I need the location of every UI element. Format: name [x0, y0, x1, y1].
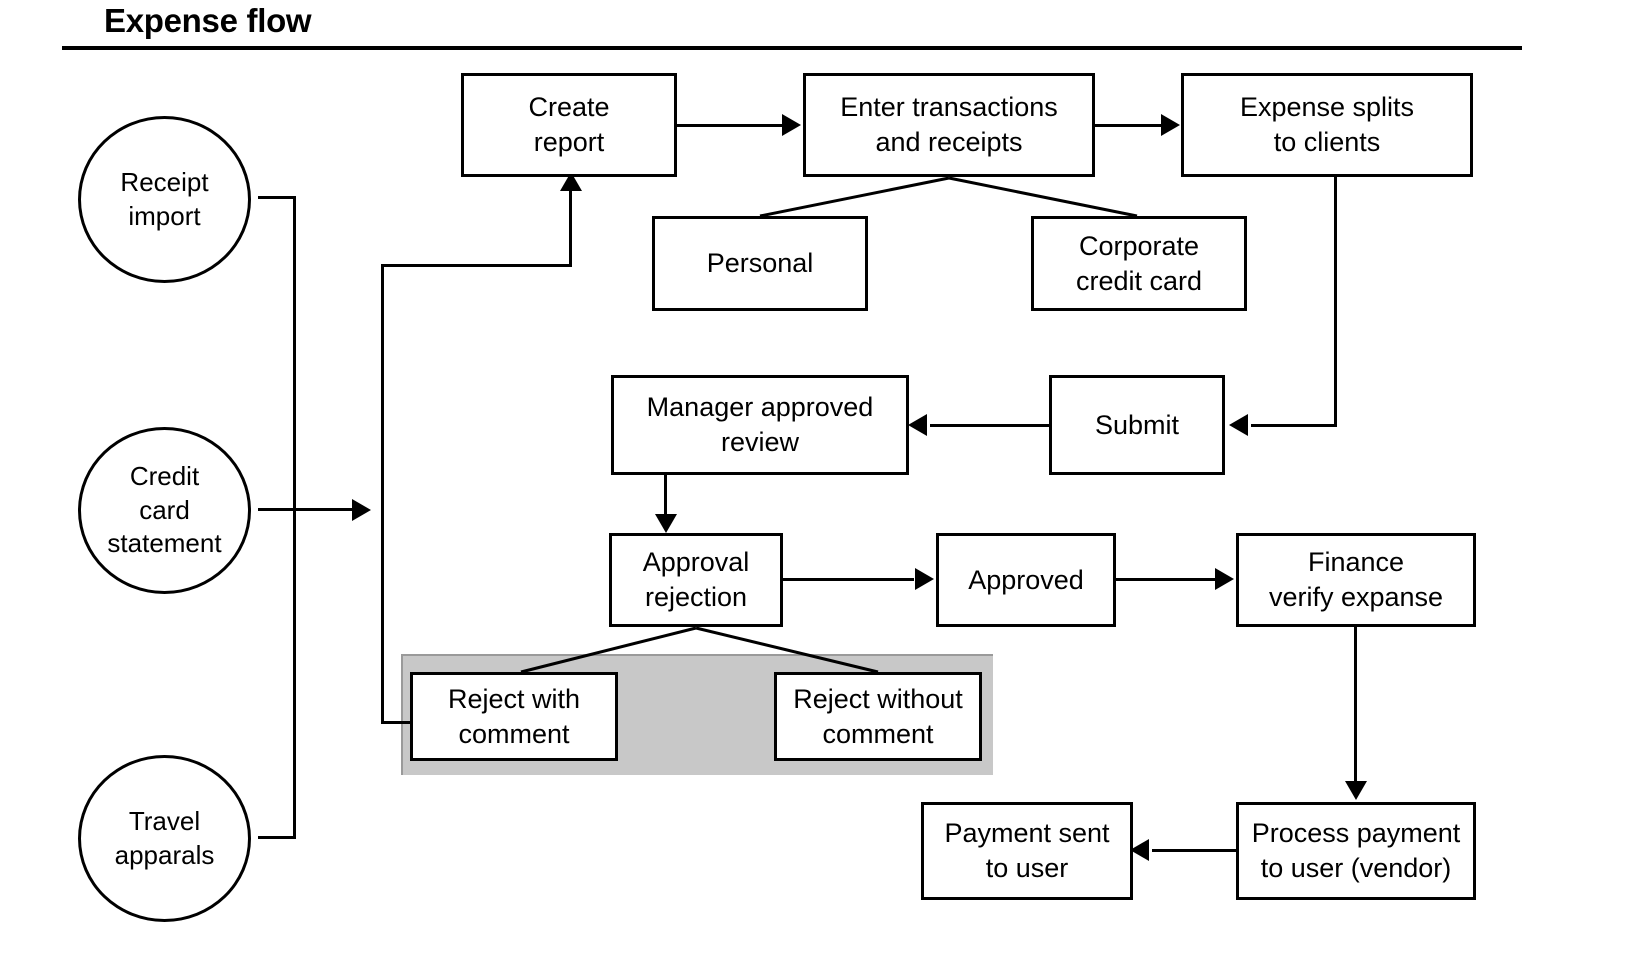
node-reject-without-comment[interactable]: Reject without comment	[774, 672, 982, 761]
source-node-travel-apparals[interactable]: Travel apparals	[78, 755, 251, 922]
connector-process-to-payment-sent	[1152, 849, 1238, 852]
node-payment-sent[interactable]: Payment sent to user	[921, 802, 1133, 900]
source-node-receipt-import[interactable]: Receipt import	[78, 116, 251, 283]
node-finance-verify-expanse[interactable]: Finance verify expanse	[1236, 533, 1476, 627]
node-reject-with-comment[interactable]: Reject with comment	[410, 672, 618, 761]
node-submit[interactable]: Submit	[1049, 375, 1225, 475]
connector-finance-to-process	[1354, 627, 1357, 785]
node-enter-transactions[interactable]: Enter transactions and receipts	[803, 73, 1095, 177]
diagram-canvas: Expense flow Receipt import Credit card …	[0, 0, 1648, 954]
node-process-payment[interactable]: Process payment to user (vendor)	[1236, 802, 1476, 900]
node-approval-rejection[interactable]: Approval rejection	[609, 533, 783, 627]
node-create-report[interactable]: Create report	[461, 73, 677, 177]
node-manager-approved-review[interactable]: Manager approved review	[611, 375, 909, 475]
source-node-credit-card-statement[interactable]: Credit card statement	[78, 427, 251, 594]
node-approved[interactable]: Approved	[936, 533, 1116, 627]
node-corporate-credit-card[interactable]: Corporate credit card	[1031, 216, 1247, 311]
node-personal[interactable]: Personal	[652, 216, 868, 311]
arrowhead-into-process-payment	[1345, 781, 1367, 800]
node-expense-splits[interactable]: Expense splits to clients	[1181, 73, 1473, 177]
